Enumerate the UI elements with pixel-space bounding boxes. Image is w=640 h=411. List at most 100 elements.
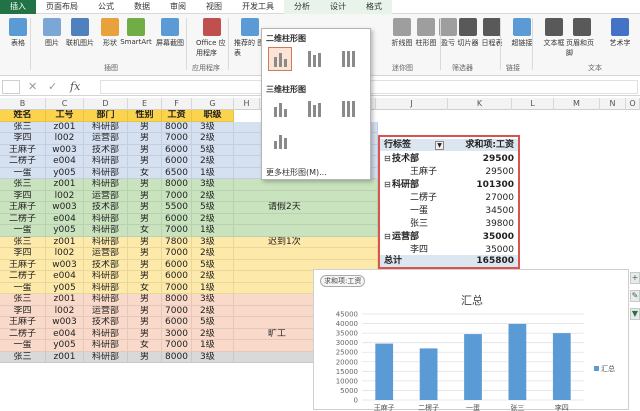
cell-name[interactable]: 王麻子 (0, 202, 46, 214)
percent-stacked-column-option[interactable] (336, 47, 360, 71)
column-header[interactable]: K (448, 98, 512, 110)
tab-2[interactable]: 公式 (88, 0, 124, 14)
cell-name[interactable]: 二楞子 (0, 156, 46, 168)
chart-field-tag[interactable]: 求和项:工资 (320, 275, 366, 287)
cell-id[interactable]: y005 (46, 225, 84, 237)
chart-filter-icon[interactable]: ▼ (630, 308, 640, 320)
cell-level[interactable]: 2级 (192, 271, 234, 283)
cell-dept[interactable]: 技术部 (84, 144, 128, 156)
cell-sex[interactable]: 男 (128, 121, 162, 133)
cell-salary[interactable]: 8000 (162, 179, 192, 191)
column-header[interactable]: J (376, 98, 448, 110)
cell-salary[interactable]: 6500 (162, 167, 192, 179)
3d-stacked-column-option[interactable] (302, 97, 326, 121)
cell-dept[interactable]: 科研部 (84, 236, 128, 248)
collapse-icon[interactable]: ⊟ (384, 179, 391, 191)
cell-level[interactable]: 2级 (192, 213, 234, 225)
cell-dept[interactable]: 科研部 (84, 351, 128, 363)
clustered-column-option[interactable] (268, 47, 292, 71)
cancel-icon[interactable]: ✕ (28, 80, 37, 93)
cell-id[interactable]: z001 (46, 179, 84, 191)
cell-name[interactable]: 张三 (0, 121, 46, 133)
row-label-filter-icon[interactable]: ▼ (435, 141, 444, 150)
cell-level[interactable]: 1级 (192, 225, 234, 237)
cell-id[interactable]: w003 (46, 317, 84, 329)
column-header[interactable]: E (128, 98, 162, 110)
cell-sex[interactable]: 男 (128, 294, 162, 306)
cell-id[interactable]: e004 (46, 213, 84, 225)
cell-level[interactable]: 3级 (192, 351, 234, 363)
cell-id[interactable]: z001 (46, 236, 84, 248)
pivot-item-row[interactable]: 一蛋 34500 (380, 205, 518, 217)
cell-level[interactable]: 1级 (192, 282, 234, 294)
cell-dept[interactable]: 运营部 (84, 248, 128, 260)
cell-salary[interactable]: 7000 (162, 190, 192, 202)
header-cell[interactable]: 性别 (128, 110, 162, 122)
cell-id[interactable]: y005 (46, 282, 84, 294)
cell-note[interactable] (234, 190, 378, 202)
cell-sex[interactable]: 女 (128, 340, 162, 352)
cell-id[interactable]: e004 (46, 156, 84, 168)
cell-dept[interactable]: 科研部 (84, 328, 128, 340)
cell-salary[interactable]: 7000 (162, 305, 192, 317)
column-header[interactable]: G (192, 98, 234, 110)
cell-name[interactable]: 张三 (0, 294, 46, 306)
tab-3[interactable]: 数据 (124, 0, 160, 14)
column-header[interactable]: L (512, 98, 554, 110)
cell-id[interactable]: z001 (46, 121, 84, 133)
cell-sex[interactable]: 男 (128, 271, 162, 283)
cell-name[interactable]: 一蛋 (0, 225, 46, 237)
cell-id[interactable]: e004 (46, 328, 84, 340)
cell-name[interactable]: 李四 (0, 305, 46, 317)
column-header[interactable]: B (0, 98, 46, 110)
cell-sex[interactable]: 女 (128, 282, 162, 294)
cell-name[interactable]: 李四 (0, 133, 46, 145)
cell-level[interactable]: 1级 (192, 167, 234, 179)
cell-dept[interactable]: 科研部 (84, 340, 128, 352)
cell-salary[interactable]: 7800 (162, 236, 192, 248)
chart-elements-icon[interactable]: + (630, 272, 640, 284)
pivot-total-row[interactable]: 总计 165800 (380, 255, 518, 267)
cell-id[interactable]: z001 (46, 294, 84, 306)
cell-sex[interactable]: 女 (128, 167, 162, 179)
cell-sex[interactable]: 男 (128, 305, 162, 317)
ribbon-button-13[interactable]: 超链接 (506, 18, 538, 48)
chart-styles-icon[interactable]: ✎ (630, 290, 640, 302)
cell-sex[interactable]: 男 (128, 259, 162, 271)
ribbon-button-5[interactable]: 屏幕截图 (154, 18, 186, 48)
bar-4[interactable] (552, 333, 571, 400)
cell-name[interactable]: 张三 (0, 179, 46, 191)
cell-level[interactable]: 2级 (192, 248, 234, 260)
ribbon-button-4[interactable]: SmartArt (120, 18, 152, 46)
cell-dept[interactable]: 科研部 (84, 271, 128, 283)
tab-6[interactable]: 开发工具 (232, 0, 284, 14)
cell-name[interactable]: 王麻子 (0, 144, 46, 156)
cell-level[interactable]: 2级 (192, 190, 234, 202)
3d-column-option[interactable] (268, 129, 292, 153)
cell-level[interactable]: 2级 (192, 328, 234, 340)
cell-salary[interactable]: 6000 (162, 156, 192, 168)
3d-percent-stacked-column-option[interactable] (336, 97, 360, 121)
cell-dept[interactable]: 技术部 (84, 202, 128, 214)
cell-sex[interactable]: 男 (128, 190, 162, 202)
column-header[interactable]: D (84, 98, 128, 110)
pivot-table[interactable]: 行标签 求和项:工资 ▼ ⊟ 技术部 29500 王麻子 29500 ⊟ 科研部 101300 二楞子… (378, 135, 520, 269)
tab-8[interactable]: 设计 (320, 0, 356, 14)
confirm-icon[interactable]: ✓ (48, 80, 57, 93)
cell-name[interactable]: 李四 (0, 190, 46, 202)
cell-dept[interactable]: 科研部 (84, 225, 128, 237)
cell-id[interactable]: z001 (46, 351, 84, 363)
ribbon-button-2[interactable]: 联机图片 (64, 18, 96, 48)
cell-note[interactable] (234, 179, 378, 191)
cell-name[interactable]: 一蛋 (0, 167, 46, 179)
cell-note[interactable] (234, 213, 378, 225)
pivot-group-row[interactable]: ⊟ 技术部 29500 (380, 153, 518, 165)
header-cell[interactable]: 部门 (84, 110, 128, 122)
pivot-item-row[interactable]: 二楞子 27000 (380, 192, 518, 204)
cell-level[interactable]: 5级 (192, 317, 234, 329)
cell-dept[interactable]: 运营部 (84, 190, 128, 202)
pivot-item-row[interactable]: 王麻子 29500 (380, 166, 518, 178)
bar-0[interactable] (375, 343, 394, 400)
cell-dept[interactable]: 运营部 (84, 133, 128, 145)
cell-dept[interactable]: 科研部 (84, 282, 128, 294)
